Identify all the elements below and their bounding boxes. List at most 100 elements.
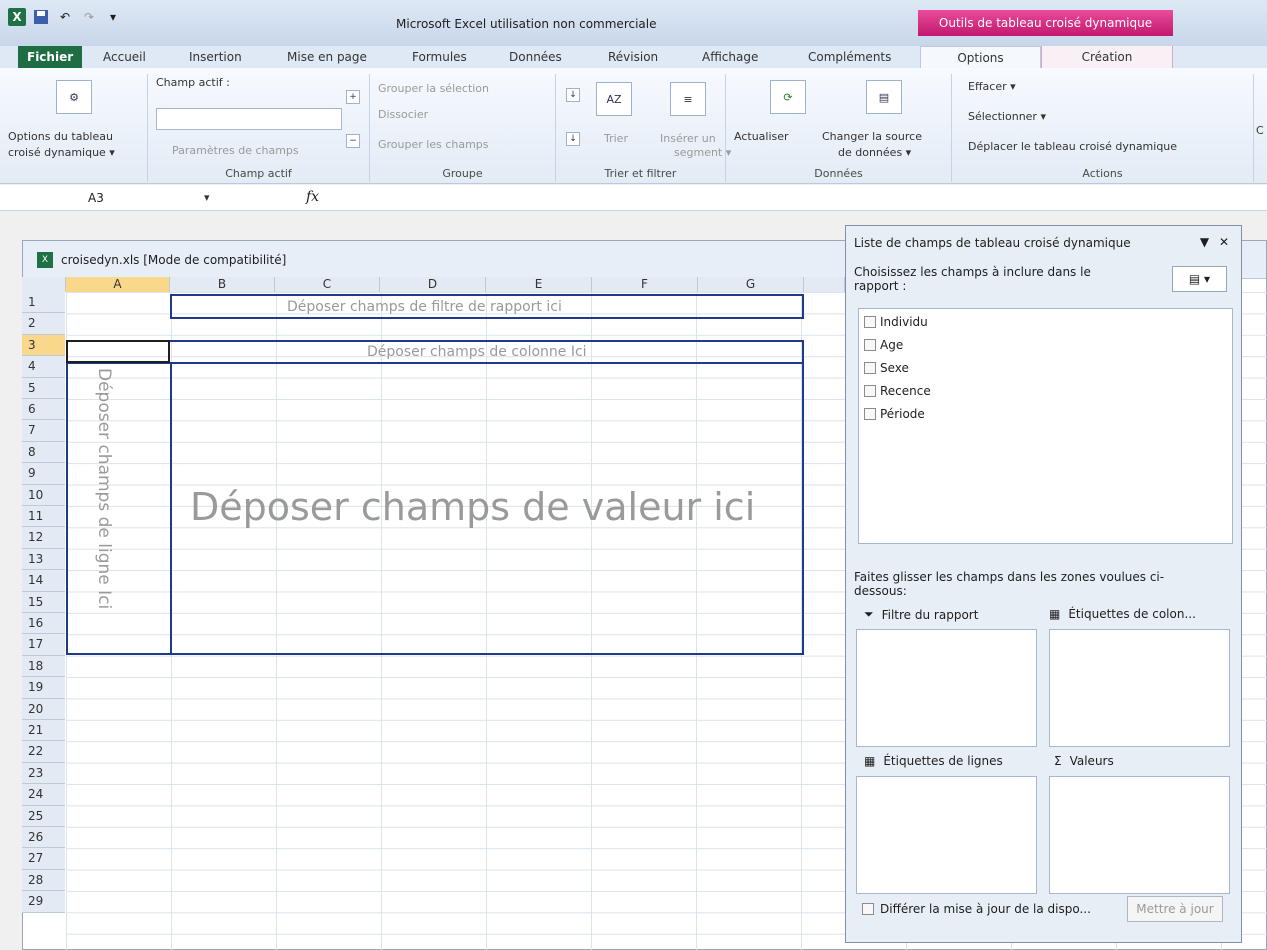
save-icon[interactable] bbox=[32, 8, 50, 26]
fx-icon[interactable]: fx bbox=[306, 189, 319, 205]
customize-qat-icon[interactable]: ▾ bbox=[104, 8, 122, 26]
row-header[interactable]: 13 bbox=[22, 548, 65, 571]
row-header[interactable]: 27 bbox=[22, 848, 65, 870]
row-header[interactable]: 20 bbox=[22, 698, 65, 720]
defer-checkbox[interactable] bbox=[862, 903, 874, 915]
select-all-corner[interactable] bbox=[22, 277, 66, 292]
values-zone[interactable] bbox=[1049, 776, 1230, 894]
redo-icon[interactable]: ↷ bbox=[80, 8, 98, 26]
row-header[interactable]: 15 bbox=[22, 591, 65, 613]
row-header[interactable]: 17 bbox=[22, 634, 65, 656]
name-box[interactable]: A3 bbox=[88, 191, 104, 205]
column-header[interactable]: F bbox=[592, 277, 698, 292]
row-header[interactable]: 5 bbox=[22, 377, 65, 399]
column-header[interactable]: B bbox=[170, 277, 275, 292]
undo-icon[interactable]: ↶ bbox=[56, 8, 74, 26]
row-header[interactable]: 12 bbox=[22, 527, 65, 549]
row-header[interactable]: 1 bbox=[22, 292, 65, 314]
row-header[interactable]: 11 bbox=[22, 506, 65, 528]
changer-source-label-1[interactable]: Changer la source bbox=[822, 130, 922, 143]
row-header[interactable]: 24 bbox=[22, 784, 65, 806]
actualiser-button[interactable]: Actualiser bbox=[734, 130, 789, 143]
expand-field-icon[interactable]: + bbox=[346, 90, 360, 104]
tab-complements[interactable]: Compléments bbox=[808, 46, 891, 68]
row-header[interactable]: 7 bbox=[22, 420, 65, 442]
field-item[interactable]: Individu bbox=[864, 313, 928, 331]
pivot-options-label-2[interactable]: croisé dynamique ▾ bbox=[8, 146, 115, 159]
field-checkbox[interactable] bbox=[864, 339, 876, 351]
row-header[interactable]: 25 bbox=[22, 805, 65, 827]
tab-options[interactable]: Options bbox=[920, 46, 1041, 68]
row-header[interactable]: 26 bbox=[22, 827, 65, 849]
row-header[interactable]: 2 bbox=[22, 313, 65, 335]
field-checkbox[interactable] bbox=[864, 316, 876, 328]
row-header[interactable]: 21 bbox=[22, 720, 65, 742]
drop-zone-row[interactable] bbox=[66, 362, 172, 655]
row-header[interactable]: 23 bbox=[22, 762, 65, 785]
row-header[interactable]: 29 bbox=[22, 891, 65, 913]
tab-revision[interactable]: Révision bbox=[608, 46, 658, 68]
tab-fichier[interactable]: Fichier bbox=[18, 46, 83, 68]
field-item[interactable]: Période bbox=[864, 405, 925, 423]
changer-source-label-2[interactable]: de données ▾ bbox=[838, 146, 911, 159]
parametres-champs-button[interactable]: Paramètres de champs bbox=[172, 144, 299, 157]
field-checkbox[interactable] bbox=[864, 385, 876, 397]
grouper-champs-button[interactable]: Grouper les champs bbox=[378, 138, 489, 151]
selectionner-button[interactable]: Sélectionner ▾ bbox=[968, 110, 1046, 123]
row-header[interactable]: 14 bbox=[22, 570, 65, 592]
row-header[interactable]: 22 bbox=[22, 741, 65, 763]
column-header[interactable]: C bbox=[275, 277, 380, 292]
close-icon[interactable]: ✕ bbox=[1219, 235, 1229, 249]
excel-logo-icon[interactable]: X bbox=[8, 8, 26, 26]
tab-affichage[interactable]: Affichage bbox=[702, 46, 758, 68]
row-header[interactable]: 10 bbox=[22, 484, 65, 506]
effacer-button[interactable]: Effacer ▾ bbox=[968, 80, 1016, 93]
row-header[interactable]: 19 bbox=[22, 677, 65, 699]
formula-input[interactable] bbox=[332, 187, 1267, 209]
layout-view-button[interactable]: ▤ ▾ bbox=[1172, 266, 1227, 292]
field-checkbox[interactable] bbox=[864, 362, 876, 374]
inserer-segment-label-1[interactable]: Insérer un bbox=[660, 132, 716, 145]
tab-creation[interactable]: Création bbox=[1041, 46, 1173, 68]
defer-update-option[interactable]: Différer la mise à jour de la dispo... bbox=[862, 902, 1091, 916]
pane-menu-icon[interactable]: ▼ bbox=[1200, 235, 1209, 249]
trier-button[interactable]: Trier bbox=[604, 132, 628, 145]
sort-az-icon[interactable]: ↓ bbox=[566, 88, 580, 102]
pivot-options-label-1[interactable]: Options du tableau bbox=[8, 130, 113, 143]
row-header[interactable]: 6 bbox=[22, 399, 65, 421]
active-cell-a3[interactable] bbox=[66, 340, 170, 363]
tab-insertion[interactable]: Insertion bbox=[189, 46, 242, 68]
collapse-field-icon[interactable]: − bbox=[346, 134, 360, 148]
column-header[interactable]: D bbox=[380, 277, 486, 292]
filter-zone[interactable] bbox=[856, 629, 1037, 747]
dissocier-button[interactable]: Dissocier bbox=[378, 108, 428, 121]
cut-off-button[interactable]: C bbox=[1256, 124, 1264, 137]
sort-dialog-icon[interactable]: AZ bbox=[596, 82, 632, 116]
name-box-dropdown-icon[interactable]: ▾ bbox=[204, 191, 210, 204]
field-item[interactable]: Age bbox=[864, 336, 903, 354]
deplacer-button[interactable]: Déplacer le tableau croisé dynamique bbox=[968, 140, 1177, 153]
field-item[interactable]: Sexe bbox=[864, 359, 909, 377]
column-header[interactable]: G bbox=[698, 277, 804, 292]
rows-zone[interactable] bbox=[856, 776, 1037, 894]
row-header[interactable]: 9 bbox=[22, 463, 65, 485]
row-header[interactable]: 4 bbox=[22, 356, 65, 378]
inserer-segment-label-2[interactable]: segment ▾ bbox=[674, 146, 731, 159]
tab-accueil[interactable]: Accueil bbox=[103, 46, 146, 68]
row-header[interactable]: 3 bbox=[22, 334, 65, 357]
column-header[interactable]: E bbox=[486, 277, 592, 292]
field-item[interactable]: Recence bbox=[864, 382, 931, 400]
slicer-icon[interactable]: ≡ bbox=[670, 82, 706, 116]
row-header[interactable]: 8 bbox=[22, 441, 65, 464]
sort-za-icon[interactable]: ↓ bbox=[566, 132, 580, 146]
tab-mise-en-page[interactable]: Mise en page bbox=[287, 46, 367, 68]
row-header[interactable]: 16 bbox=[22, 613, 65, 635]
change-source-icon[interactable]: ▤ bbox=[866, 80, 902, 114]
column-header[interactable]: A bbox=[66, 277, 170, 292]
row-header[interactable]: 28 bbox=[22, 869, 65, 892]
row-header[interactable]: 18 bbox=[22, 655, 65, 678]
tab-formules[interactable]: Formules bbox=[412, 46, 467, 68]
column-header-h[interactable] bbox=[804, 277, 845, 292]
field-checkbox[interactable] bbox=[864, 408, 876, 420]
columns-zone[interactable] bbox=[1049, 629, 1230, 747]
